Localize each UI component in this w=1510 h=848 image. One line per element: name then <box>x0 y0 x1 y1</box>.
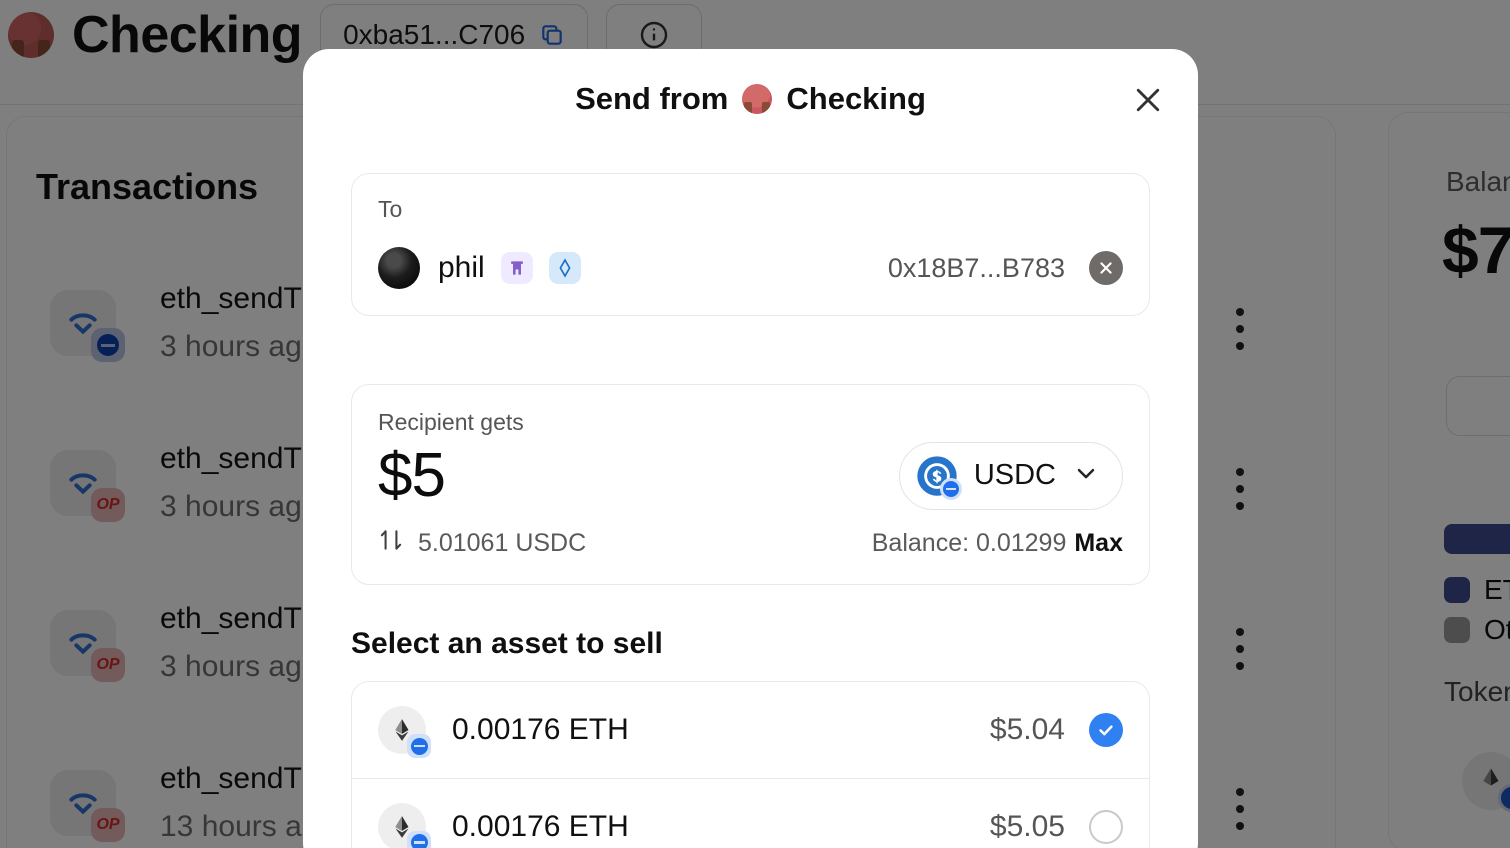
asset-row[interactable]: 0.00176 ETH $5.05 <box>352 778 1149 848</box>
amount-card: Recipient gets $5 USDC 5.01061 USDC Bala… <box>351 384 1150 585</box>
close-icon[interactable] <box>1130 82 1166 118</box>
eth-icon <box>378 802 431 848</box>
base-network-badge <box>407 830 431 848</box>
screen: Checking 0xba51...C706 Transactions <box>0 0 1510 848</box>
token-selector[interactable]: USDC <box>898 441 1123 510</box>
to-label: To <box>378 196 403 222</box>
recipient-name: phil <box>438 251 485 284</box>
modal-title: Send from Checking <box>575 81 926 117</box>
sell-section-title: Select an asset to sell <box>351 627 663 660</box>
recipient-avatar <box>378 247 420 289</box>
selected-check-icon[interactable] <box>1089 713 1123 747</box>
base-network-badge <box>939 477 962 500</box>
amount-label: Recipient gets <box>378 409 524 435</box>
asset-usd-value: $5.05 <box>989 809 1065 843</box>
balance-text: Balance: 0.01299 <box>871 529 1067 557</box>
alt-amount[interactable]: 5.01061 USDC <box>378 527 586 560</box>
max-button[interactable]: Max <box>1074 529 1123 557</box>
remove-recipient-icon[interactable] <box>1089 251 1123 285</box>
alt-amount-text: 5.01061 USDC <box>418 529 587 557</box>
unselected-radio-icon[interactable] <box>1089 809 1123 844</box>
asset-list: 0.00176 ETH $5.04 0.00176 ETH $5.05 <box>351 681 1150 848</box>
asset-usd-value: $5.04 <box>989 713 1065 746</box>
send-modal: Send from Checking To phil 0x18B7...B783… <box>303 49 1198 848</box>
swap-arrows-icon <box>378 527 404 560</box>
asset-amount: 0.00176 ETH <box>452 809 629 843</box>
asset-row[interactable]: 0.00176 ETH $5.04 <box>352 682 1149 778</box>
recipient-row[interactable]: phil 0x18B7...B783 <box>378 247 1123 289</box>
farcaster-badge-icon <box>500 252 533 284</box>
chevron-down-icon <box>1072 459 1100 492</box>
balance-row: Balance: 0.01299 Max <box>872 529 1123 558</box>
token-symbol: USDC <box>973 459 1056 491</box>
base-network-badge <box>407 734 431 758</box>
usdc-icon <box>916 455 962 500</box>
checking-avatar-icon <box>742 84 773 114</box>
modal-header: Send from Checking <box>303 49 1198 149</box>
recipient-address: 0x18B7...B783 <box>887 252 1065 283</box>
modal-title-prefix: Send from <box>575 81 729 116</box>
eth-icon <box>378 706 431 758</box>
asset-amount: 0.00176 ETH <box>452 713 629 746</box>
modal-title-account: Checking <box>786 81 926 116</box>
ens-badge-icon <box>548 252 581 284</box>
amount-input[interactable]: $5 <box>378 440 446 511</box>
recipient-card: To phil 0x18B7...B783 <box>351 173 1150 316</box>
